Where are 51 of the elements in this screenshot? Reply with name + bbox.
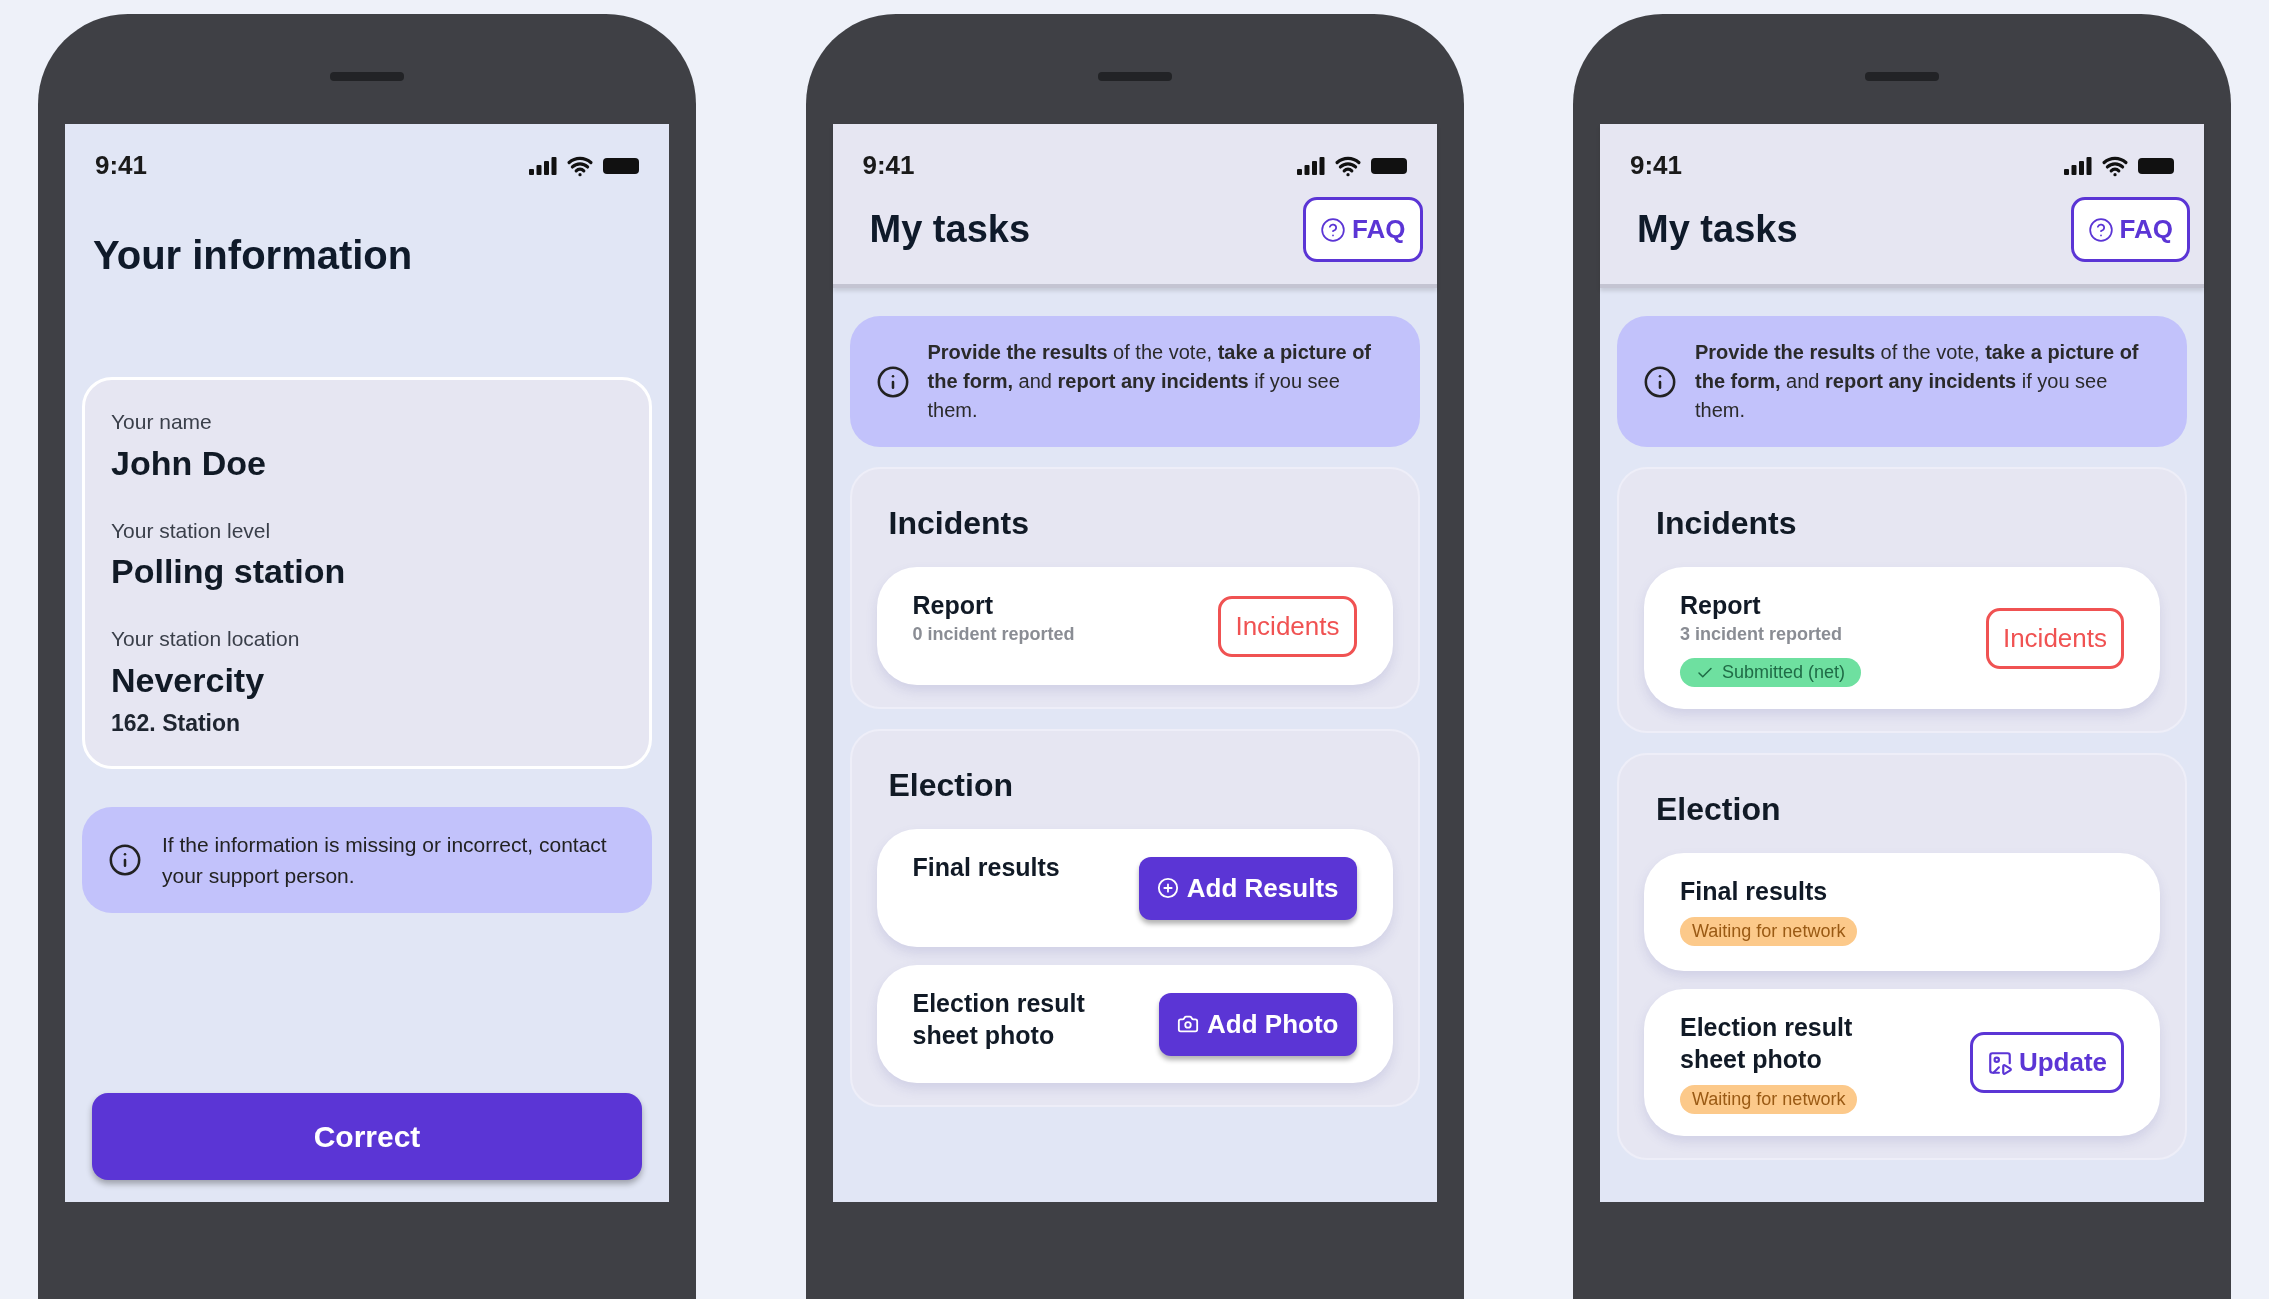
task-title: Election result sheet photo xyxy=(1680,1012,1854,1075)
help-icon xyxy=(2087,216,2114,243)
plus-icon xyxy=(1156,877,1179,899)
battery-icon xyxy=(2138,157,2174,174)
correct-button[interactable]: Correct xyxy=(92,1093,642,1180)
battery-icon xyxy=(1370,157,1407,174)
screen-title: Your information xyxy=(92,232,414,279)
info-icon xyxy=(108,843,142,877)
field-value: Polling station xyxy=(111,551,347,592)
field-subtext: 162. Station xyxy=(111,708,242,738)
image-edit-icon xyxy=(1986,1049,2013,1076)
task-title: Final results xyxy=(1680,876,1829,907)
screen-title: My tasks xyxy=(869,207,1031,252)
update-button[interactable]: Update xyxy=(1969,1032,2124,1093)
field-label: Your name xyxy=(111,409,213,435)
field-value: John Doe xyxy=(111,442,267,484)
status-badge: Waiting for network xyxy=(1680,917,1858,946)
add-results-button[interactable]: Add Results xyxy=(1138,856,1357,920)
status-time: 9:41 xyxy=(862,149,915,182)
notice-text: If the information is missing or incorrect, contact your support person. xyxy=(162,832,608,889)
info-icon xyxy=(875,364,910,399)
info-icon xyxy=(1643,364,1677,399)
section-title: Incidents xyxy=(887,504,1030,543)
add-photo-button[interactable]: Add Photo xyxy=(1159,992,1357,1056)
notice-text: Provide the results of the vote, take a picture of the form, and report any incidents if you see them. xyxy=(1695,340,2140,423)
task-subtitle: 3 incident reported xyxy=(1680,623,1844,646)
status-time: 9:41 xyxy=(1630,149,1683,182)
section-title: Election xyxy=(887,766,1014,805)
task-title: Final results xyxy=(912,852,1060,883)
section-title: Election xyxy=(1655,790,1782,829)
battery-icon xyxy=(603,157,639,174)
task-title: Report xyxy=(912,590,995,621)
notice-text: Provide the results of the vote, take a picture of the form, and report any incidents if you see them. xyxy=(927,340,1373,423)
camera-icon xyxy=(1177,1013,1200,1035)
status-badge: Submitted (net) xyxy=(1680,658,1862,687)
signal-icon xyxy=(2064,156,2092,175)
field-value: Nevercity xyxy=(111,659,266,701)
task-title: Report xyxy=(1680,590,1762,621)
help-icon xyxy=(1320,216,1347,243)
status-time: 9:41 xyxy=(95,149,148,182)
section-title: Incidents xyxy=(1655,504,1798,543)
task-title: Election result sheet photo xyxy=(912,988,1086,1051)
field-label: Your station level xyxy=(111,517,272,544)
signal-icon xyxy=(529,156,557,175)
signal-icon xyxy=(1296,156,1325,175)
field-label: Your station location xyxy=(111,626,301,652)
task-subtitle: 0 incident reported xyxy=(912,623,1075,646)
status-badge: Waiting for network xyxy=(1680,1085,1858,1114)
screen-title: My tasks xyxy=(1637,207,1798,252)
faq-button[interactable]: FAQ xyxy=(1303,197,1423,262)
faq-button[interactable]: FAQ xyxy=(2070,197,2190,262)
